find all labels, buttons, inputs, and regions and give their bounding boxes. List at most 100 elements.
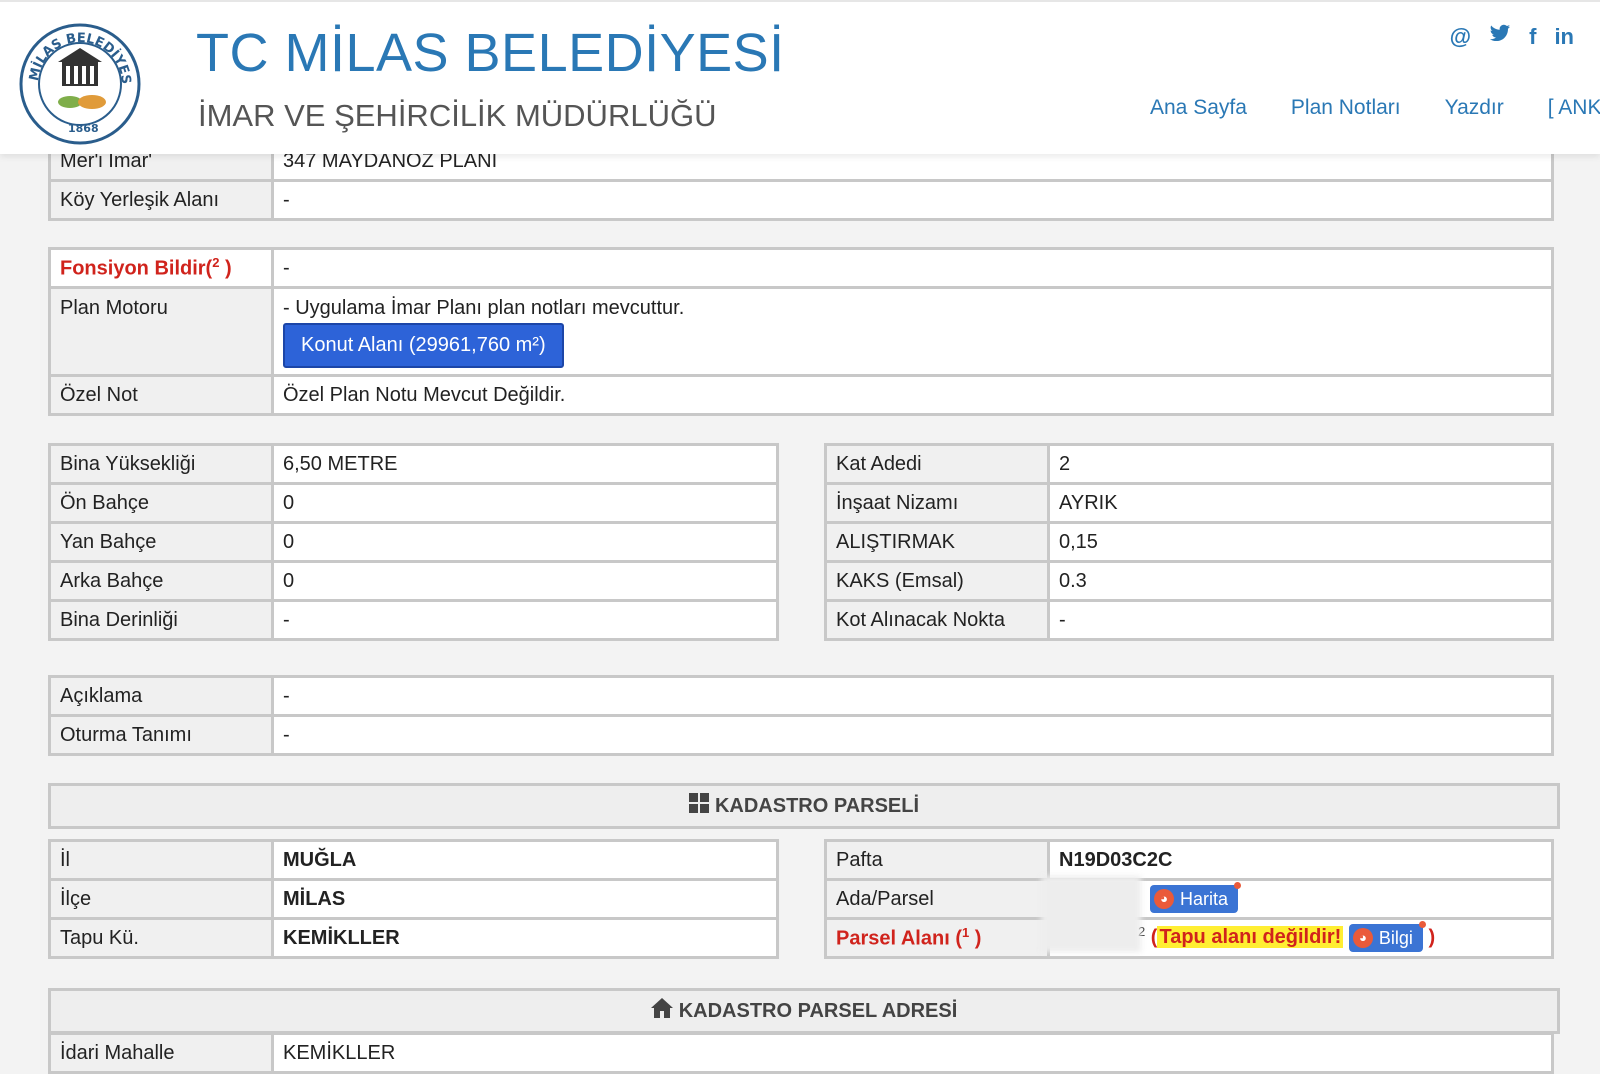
prop-value: -	[271, 599, 779, 641]
koy-label: Köy Yerleşik Alanı	[48, 179, 274, 221]
harita-button[interactable]: ◕ Harita	[1150, 882, 1242, 913]
table-row: Kot Alınacak Nokta -	[824, 599, 1554, 641]
social-links: @ f in	[1450, 24, 1574, 50]
oturma-value: -	[271, 714, 1554, 756]
table-row: Ada/Parsel ◕ Harita	[824, 878, 1554, 920]
table-row: Plan Motoru - Uygulama İmar Planı plan n…	[48, 286, 1554, 377]
prop-label: Ön Bahçe	[48, 482, 274, 524]
prop-label: Bina Yüksekliği	[48, 443, 274, 485]
table-row: Köy Yerleşik Alanı -	[48, 179, 1554, 221]
table-row: Ön Bahçe 0	[48, 482, 779, 524]
tapu-value: KEMİKLLER	[271, 917, 779, 959]
email-icon[interactable]: @	[1450, 24, 1471, 50]
table-row: KAKS (Emsal) 0.3	[824, 560, 1554, 602]
milas-belediyesi-logo[interactable]: MİLAS BELEDİYESİ 1868	[18, 22, 142, 146]
table-row: Kat Adedi 2	[824, 443, 1554, 485]
prop-value: AYRIK	[1047, 482, 1554, 524]
kadastro-right-table: Pafta N19D03C2C Ada/Parsel ◕ Harita Parsel…	[824, 839, 1554, 959]
tapu-warning: Tapu alanı değildir!	[1157, 926, 1344, 949]
mahalle-value: KEMİKLLER	[271, 1032, 1554, 1074]
description-table: Açıklama - Oturma Tanımı -	[48, 675, 1554, 756]
main-nav: Ana Sayfa Plan Notları Yazdır [ ANK	[1150, 96, 1600, 120]
prop-value: 0	[271, 482, 779, 524]
logo-year: 1868	[68, 122, 99, 135]
globe-icon: ◕	[1352, 928, 1373, 949]
pafta-label: Pafta	[824, 839, 1050, 881]
table-row: Özel Not Özel Plan Notu Mevcut Değildir.	[48, 374, 1554, 416]
aciklama-label: Açıklama	[48, 675, 274, 717]
bilgi-button[interactable]: ◕ Bilgi	[1348, 921, 1426, 953]
nav-home[interactable]: Ana Sayfa	[1150, 96, 1247, 120]
home-icon	[650, 992, 673, 1032]
prop-value: 2	[1047, 443, 1554, 485]
il-value: MUĞLA	[271, 839, 779, 881]
prop-label: Kat Adedi	[824, 443, 1050, 485]
adres-title: KADASTRO PARSEL ADRESİ	[678, 1000, 958, 1022]
plan-motoru-label: Plan Motoru	[48, 286, 274, 377]
table-row: Oturma Tanımı -	[48, 714, 1554, 756]
facebook-icon[interactable]: f	[1529, 24, 1536, 50]
table-row: Bina Derinliği -	[48, 599, 779, 641]
nav-plan-notes[interactable]: Plan Notları	[1291, 96, 1401, 120]
il-label: İl	[48, 839, 274, 881]
table-row: İl MUĞLA	[48, 839, 779, 881]
ilce-label: İlçe	[48, 878, 274, 920]
table-row: İnşaat Nizamı AYRIK	[824, 482, 1554, 524]
kadastro-section-header: KADASTRO PARSELİ	[48, 783, 1560, 829]
prop-value: 0	[271, 521, 779, 563]
fonksiyon-value: -	[271, 247, 1554, 289]
plan-motoru-value: - Uygulama İmar Planı plan notları mevcu…	[283, 297, 685, 319]
table-row: Açıklama -	[48, 675, 1554, 717]
fonksiyon-label: Fonsiyon Bildir(2 )	[48, 247, 274, 289]
notes-table: Fonsiyon Bildir(2 ) - Plan Motoru - Uygu…	[48, 247, 1554, 416]
twitter-icon[interactable]	[1489, 24, 1511, 50]
building-props-left: Bina Yüksekliği 6,50 METRE Ön Bahçe 0 Yan …	[48, 443, 779, 641]
table-row: Pafta N19D03C2C	[824, 839, 1554, 881]
globe-icon: ◕	[1154, 889, 1174, 909]
adres-table: İdari Mahalle KEMİKLLER	[48, 1032, 1554, 1074]
site-header: MİLAS BELEDİYESİ 1868 TC MİLAS BELEDİYES…	[0, 0, 1600, 154]
table-row: Tapu Kü. KEMİKLLER	[48, 917, 779, 959]
prop-value: -	[1047, 599, 1554, 641]
konut-alani-button[interactable]: Konut Alanı (29961,760 m²)	[283, 323, 564, 368]
prop-value: 0	[271, 560, 779, 602]
table-row: Arka Bahçe 0	[48, 560, 779, 602]
redacted-parcel-number	[1041, 876, 1141, 952]
aciklama-value: -	[271, 675, 1554, 717]
ilce-value: MİLAS	[271, 878, 779, 920]
prop-label: Yan Bahçe	[48, 521, 274, 563]
tapu-label: Tapu Kü.	[48, 917, 274, 959]
nav-print[interactable]: Yazdır	[1445, 96, 1504, 120]
prop-label: KAKS (Emsal)	[824, 560, 1050, 602]
table-row: İdari Mahalle KEMİKLLER	[48, 1032, 1554, 1074]
building-props-right: Kat Adedi 2 İnşaat Nizamı AYRIK ALIŞTIRMAK…	[824, 443, 1554, 641]
prop-label: Kot Alınacak Nokta	[824, 599, 1050, 641]
plan-motoru-cell: - Uygulama İmar Planı plan notları mevcu…	[271, 286, 1554, 377]
ozel-not-label: Özel Not	[48, 374, 274, 416]
adres-section-header: KADASTRO PARSEL ADRESİ	[48, 988, 1560, 1034]
table-row: İlçe MİLAS	[48, 878, 779, 920]
prop-label: Bina Derinliği	[48, 599, 274, 641]
grid-icon	[688, 787, 709, 827]
prop-label: ALIŞTIRMAK	[824, 521, 1050, 563]
prop-value: 0,15	[1047, 521, 1554, 563]
kadastro-title: KADASTRO PARSELİ	[714, 795, 920, 817]
nav-ank[interactable]: [ ANK	[1548, 96, 1600, 120]
prop-label: İnşaat Nizamı	[824, 482, 1050, 524]
ada-parsel-label: Ada/Parsel	[824, 878, 1050, 920]
kadastro-left-table: İl MUĞLA İlçe MİLAS Tapu Kü. KEMİKLLER	[48, 839, 779, 959]
prop-value: 6,50 METRE	[271, 443, 779, 485]
prop-value: 0.3	[1047, 560, 1554, 602]
oturma-label: Oturma Tanımı	[48, 714, 274, 756]
ozel-not-value: Özel Plan Notu Mevcut Değildir.	[271, 374, 1554, 416]
table-row: Yan Bahçe 0	[48, 521, 779, 563]
prop-label: Arka Bahçe	[48, 560, 274, 602]
linkedin-icon[interactable]: in	[1554, 24, 1574, 50]
table-row: Parsel Alanı (1 ) 2 (Tapu alanı değildir…	[824, 917, 1554, 959]
page-title: TC MİLAS BELEDİYESİ	[196, 23, 785, 83]
table-row: Fonsiyon Bildir(2 ) -	[48, 247, 1554, 289]
mahalle-label: İdari Mahalle	[48, 1032, 274, 1074]
table-row: ALIŞTIRMAK 0,15	[824, 521, 1554, 563]
pafta-value: N19D03C2C	[1047, 839, 1554, 881]
table-row: Bina Yüksekliği 6,50 METRE	[48, 443, 779, 485]
